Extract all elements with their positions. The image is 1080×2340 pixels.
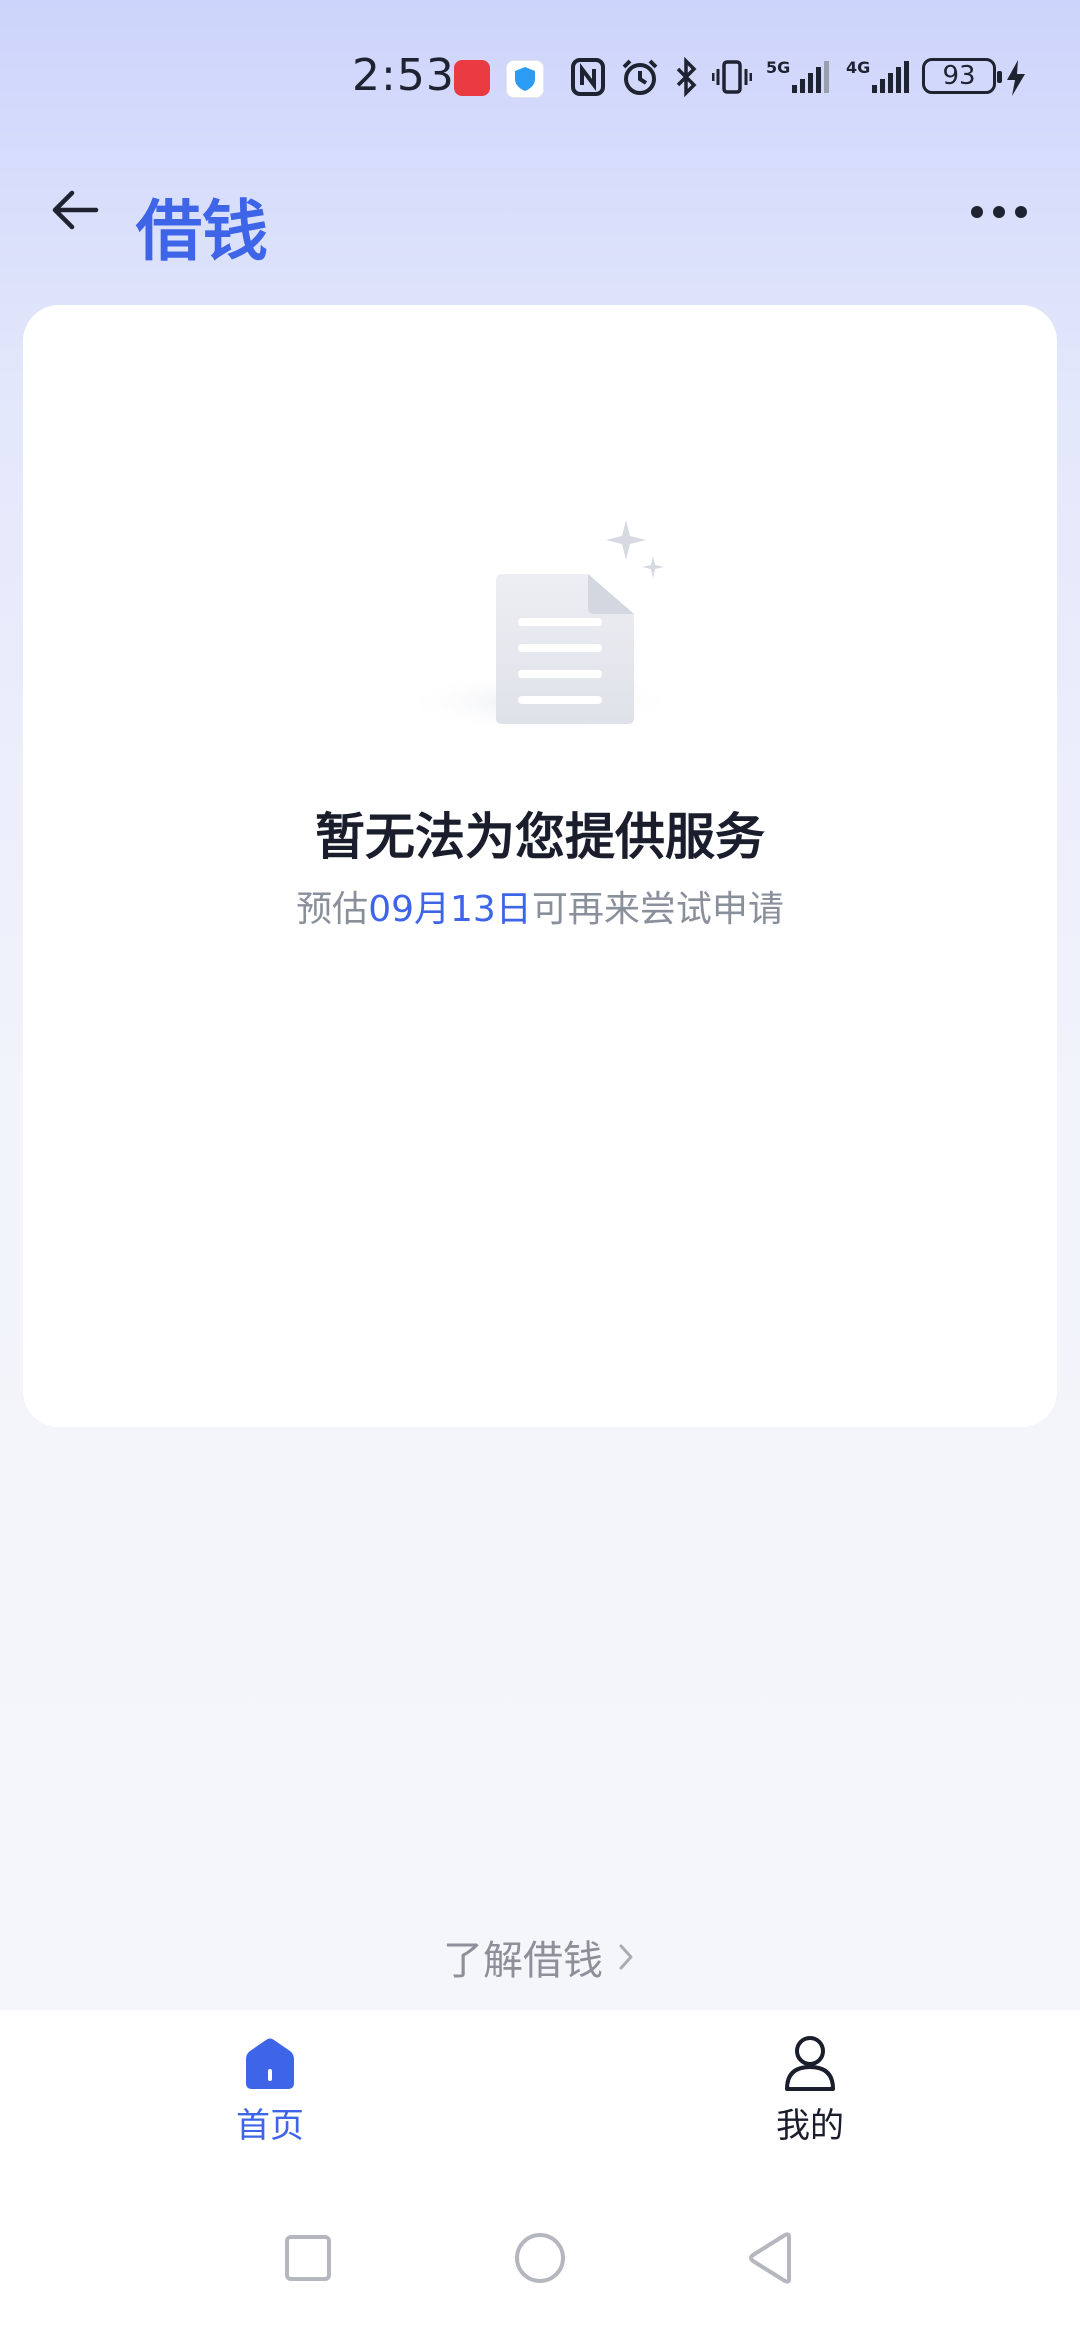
huawei-store-icon	[454, 60, 490, 96]
tab-mine[interactable]: 我的	[660, 2010, 960, 2170]
home-icon	[246, 2038, 294, 2089]
page-title: 借钱	[136, 193, 268, 270]
alarm-icon	[622, 59, 658, 95]
signal-5g-icon: 5G	[766, 58, 829, 93]
status-time: 2:53	[352, 50, 455, 101]
user-icon	[785, 2036, 835, 2091]
back-button[interactable]	[40, 174, 112, 246]
status-icons: 5G 4G	[570, 52, 912, 102]
chevron-right-icon	[619, 1944, 633, 1970]
more-button[interactable]	[960, 182, 1038, 242]
subtitle-suffix: 可再来尝试申请	[531, 889, 784, 930]
signal-4g-icon: 4G	[846, 58, 909, 93]
retry-date: 09月13日	[368, 889, 532, 930]
triangle-back-icon	[749, 2232, 791, 2284]
empty-state-title: 暂无法为您提供服务	[315, 808, 765, 866]
status-bar: 2:53 5G 4G 93	[0, 0, 1080, 150]
back-nav-button[interactable]	[730, 2218, 810, 2298]
more-dots-icon	[971, 206, 983, 218]
battery-level: 93	[942, 61, 976, 91]
nfc-icon	[571, 58, 605, 96]
vibrate-icon	[712, 60, 752, 94]
shield-icon	[506, 60, 544, 98]
empty-document-icon	[398, 520, 682, 734]
tab-mine-label: 我的	[776, 2106, 844, 2146]
battery-indicator: 93	[922, 58, 1002, 94]
home-nav-button[interactable]	[500, 2218, 580, 2298]
app-bar: 借钱	[0, 160, 1080, 270]
recents-button[interactable]	[268, 2218, 348, 2298]
system-nav-bar	[0, 2170, 1080, 2340]
svg-text:5G: 5G	[766, 58, 790, 77]
square-icon	[285, 2235, 331, 2281]
circle-icon	[515, 2233, 565, 2283]
learn-more-link[interactable]: 了解借钱	[0, 1928, 1080, 1986]
status-card: 暂无法为您提供服务 预估09月13日可再来尝试申请	[23, 305, 1057, 1427]
svg-text:4G: 4G	[846, 58, 870, 77]
tab-home-label: 首页	[236, 2106, 304, 2146]
empty-state-subtitle: 预估09月13日可再来尝试申请	[23, 880, 1057, 932]
subtitle-prefix: 预估	[296, 889, 369, 930]
charging-icon	[1007, 60, 1025, 96]
bluetooth-icon	[676, 57, 697, 97]
arrow-left-icon	[52, 190, 99, 230]
learn-more-label: 了解借钱	[443, 1938, 603, 1984]
tab-home[interactable]: 首页	[120, 2010, 420, 2170]
bottom-tab-bar: 首页 我的	[0, 2010, 1080, 2170]
